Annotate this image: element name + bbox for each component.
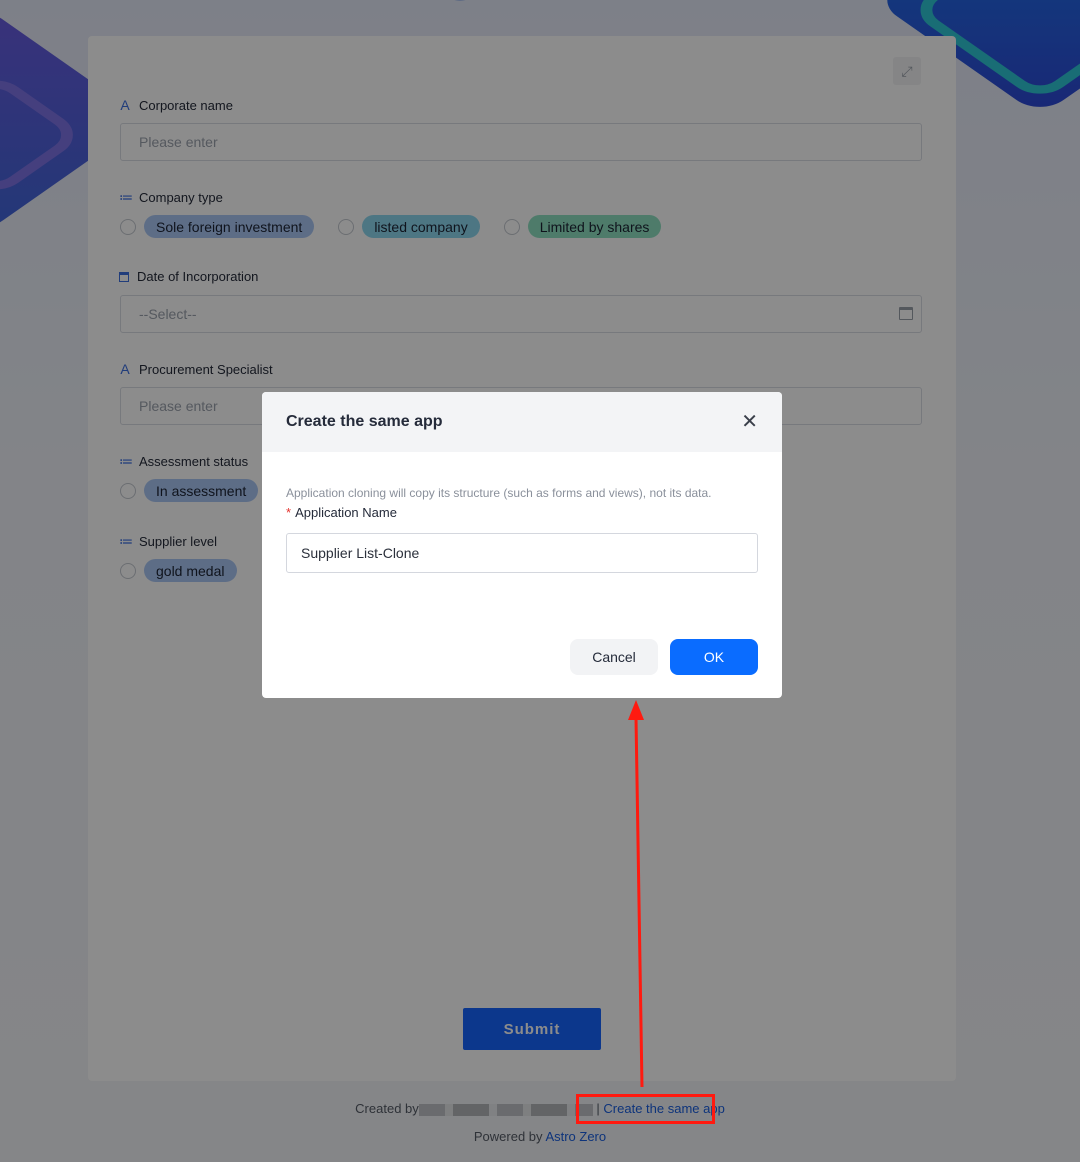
required-mark: * xyxy=(286,505,292,520)
dialog-title: Create the same app xyxy=(286,413,443,430)
create-same-app-dialog: Create the same app ✕ Application clonin… xyxy=(262,392,782,698)
ok-button[interactable]: OK xyxy=(670,639,758,675)
dialog-header: Create the same app ✕ xyxy=(262,392,782,452)
annotation-highlight-box xyxy=(576,1094,715,1124)
application-name-input[interactable] xyxy=(286,533,758,573)
application-name-label: * Application Name xyxy=(286,505,397,520)
close-icon[interactable]: ✕ xyxy=(741,412,758,432)
cancel-button[interactable]: Cancel xyxy=(570,639,658,675)
dialog-description: Application cloning will copy its struct… xyxy=(286,486,712,500)
application-name-label-text: Application Name xyxy=(295,505,397,520)
